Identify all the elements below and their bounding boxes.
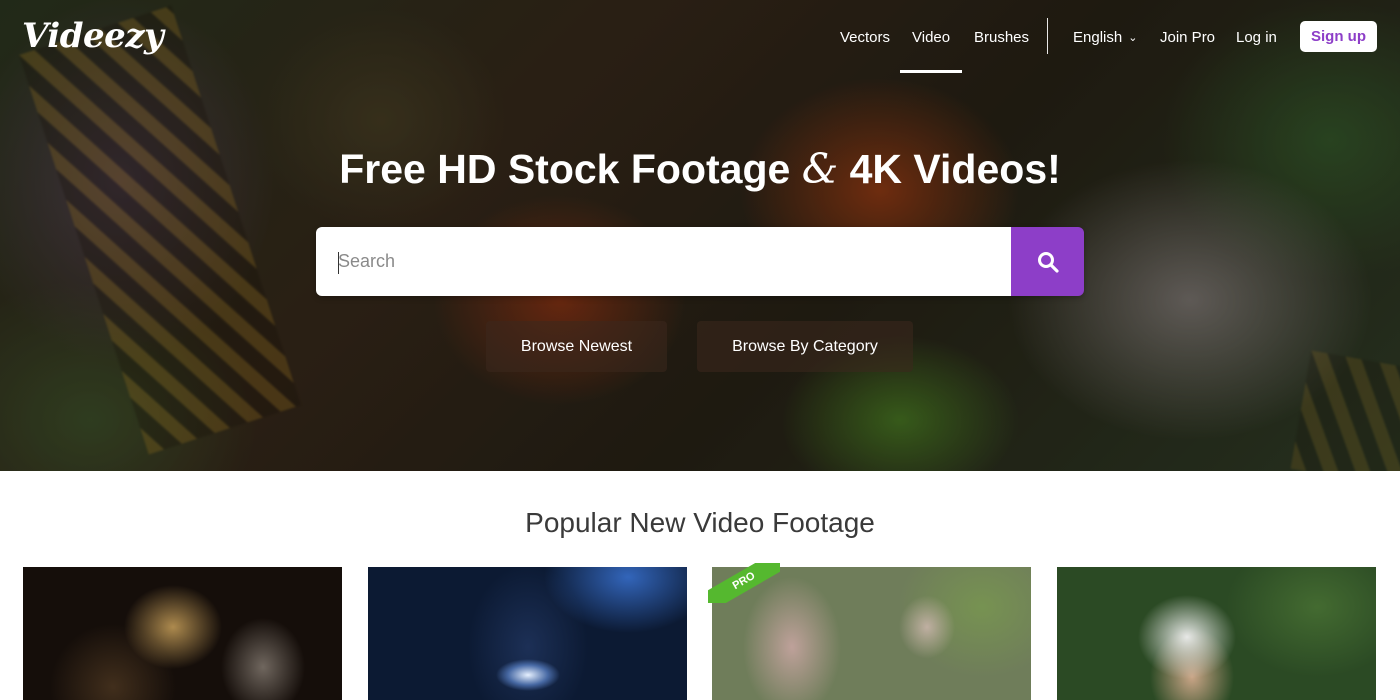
language-dropdown[interactable]: English ⌄ xyxy=(1073,29,1137,46)
search-bar xyxy=(316,227,1084,296)
nav-divider xyxy=(1047,18,1048,54)
browse-by-category-button[interactable]: Browse By Category xyxy=(697,321,913,372)
search-button[interactable] xyxy=(1011,227,1084,296)
search-input[interactable] xyxy=(316,227,1011,296)
nav-vectors[interactable]: Vectors xyxy=(840,29,890,46)
text-caret xyxy=(338,252,339,274)
nav-video[interactable]: Video xyxy=(912,29,950,46)
hero-title-ampersand: & xyxy=(801,145,839,193)
video-thumbnail[interactable] xyxy=(368,567,687,700)
hero-title-part2: 4K Videos! xyxy=(849,146,1061,192)
video-thumbnail[interactable] xyxy=(23,567,342,700)
chevron-down-icon: ⌄ xyxy=(1128,32,1138,44)
video-thumbnail[interactable] xyxy=(1057,567,1376,700)
hero-background-decoration xyxy=(19,5,301,455)
hero-title: Free HD Stock Footage & 4K Videos! xyxy=(0,145,1400,193)
hero-title-part1: Free HD Stock Footage xyxy=(339,146,791,192)
language-label: English xyxy=(1073,29,1123,46)
browse-newest-button[interactable]: Browse Newest xyxy=(486,321,667,372)
pro-badge: PRO xyxy=(708,563,780,603)
videezy-logo[interactable]: Videezy xyxy=(22,16,164,56)
nav-active-indicator xyxy=(900,70,962,73)
search-icon xyxy=(1037,251,1059,273)
hero-background-decoration xyxy=(1290,350,1400,471)
popular-section-title: Popular New Video Footage xyxy=(525,507,875,538)
pro-badge-label: PRO xyxy=(708,563,780,603)
nav-brushes[interactable]: Brushes xyxy=(974,29,1029,46)
sign-up-button[interactable]: Sign up xyxy=(1300,21,1377,52)
nav-join-pro[interactable]: Join Pro xyxy=(1160,29,1215,46)
nav-log-in[interactable]: Log in xyxy=(1236,29,1277,46)
